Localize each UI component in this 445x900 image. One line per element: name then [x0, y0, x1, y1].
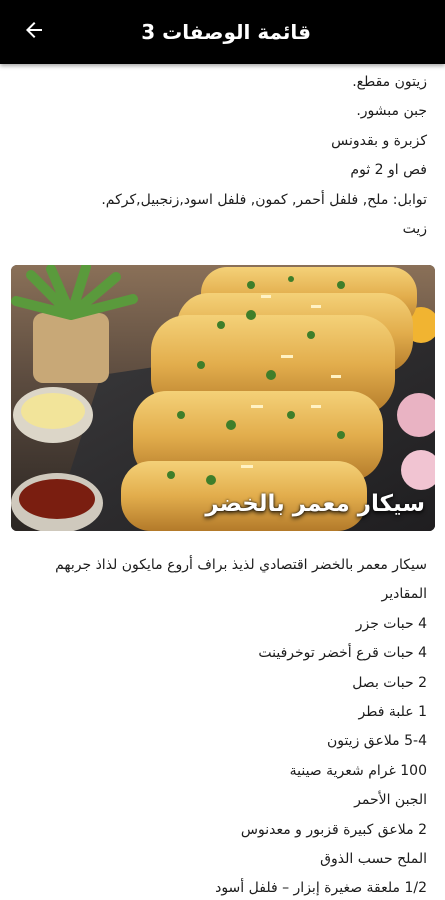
text-line: جبن مبشور.: [356, 103, 427, 120]
ingredient-item: 1/2 ملعقة صغيرة إبزار – فلفل أسود: [215, 880, 427, 897]
text-line: كزبرة و بقدونس: [331, 132, 427, 149]
app-bar: قائمة الوصفات 3: [0, 0, 445, 64]
ingredient-item: 4 حبات قرع أخضر توخرفينت: [258, 645, 427, 662]
image-caption: سيكار معمر بالخضر: [205, 491, 425, 517]
ingredient-item: الملح حسب الذوق: [320, 850, 427, 867]
text-line: زيتون مقطع.: [352, 74, 427, 90]
text-line: توابل: ملح, فلفل أحمر, كمون, فلفل اسود,ز…: [101, 191, 427, 208]
recipe-content[interactable]: زيتون مقطع. جبن مبشور. كزبرة و بقدونس فص…: [0, 64, 445, 900]
ingredient-item: 2 حبات بصل: [352, 674, 427, 691]
ingredient-item: 4 حبات جزر: [355, 615, 427, 632]
ingredient-item: 1 علبة فطر: [358, 703, 427, 720]
text-line: فص او 2 ثوم: [350, 162, 427, 179]
text-line: زيت: [402, 220, 427, 237]
recipe-description: سيكار معمر بالخضر اقتصادي لذيذ براف أروع…: [55, 557, 427, 573]
ingredients-top-list: زيتون مقطع. جبن مبشور. كزبرة و بقدونس فص…: [17, 68, 427, 244]
ingredient-item: 2 ملاعق كبيرة قزبور و معدنوس: [240, 821, 427, 838]
back-button[interactable]: [14, 12, 54, 52]
recipe-image: سيكار معمر بالخضر: [11, 265, 435, 531]
ingredient-item: الجبن الأحمر: [354, 792, 427, 809]
ingredient-item: 5-4 ملاعق زيتون: [326, 733, 427, 750]
recipe-text: سيكار معمر بالخضر اقتصادي لذيذ براف أروع…: [17, 551, 427, 900]
page-title: قائمة الوصفات 3: [141, 20, 311, 44]
ingredient-item: 100 غرام شعرية صينية: [289, 762, 427, 779]
arrow-back-icon: [22, 18, 46, 46]
ingredients-heading: المقادير: [381, 586, 427, 603]
